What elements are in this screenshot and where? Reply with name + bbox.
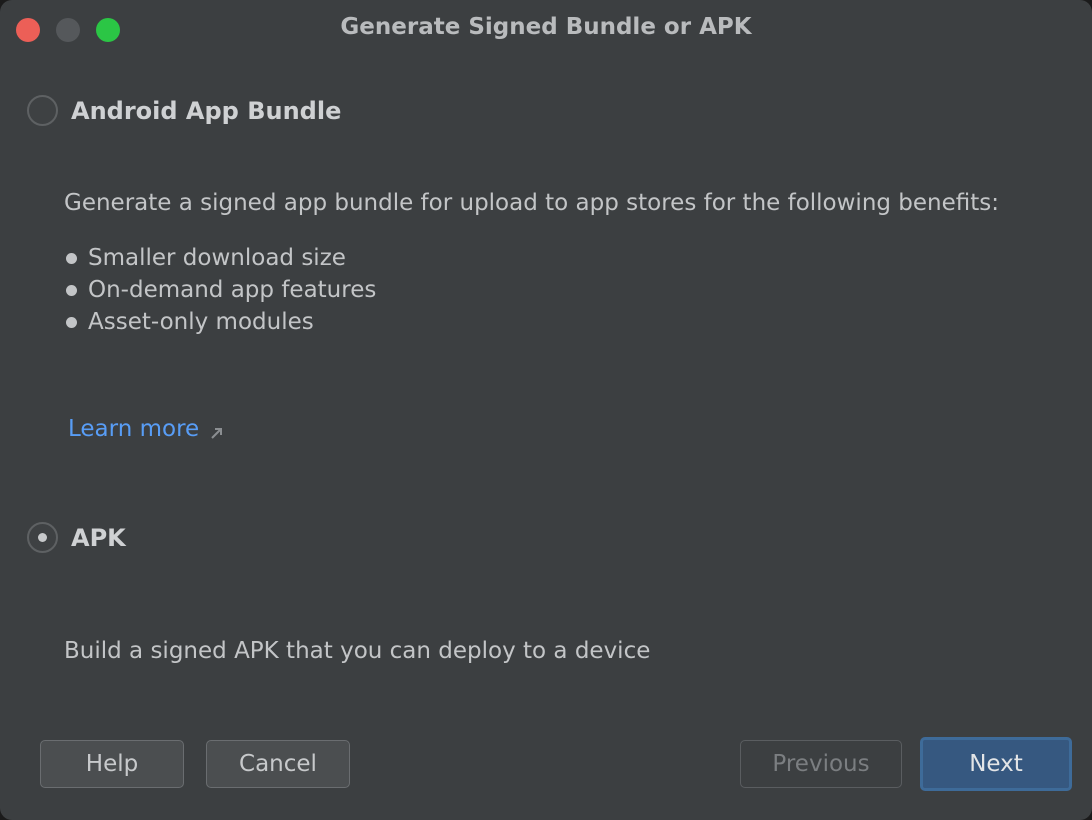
radio-label-android-app-bundle: Android App Bundle: [71, 96, 342, 125]
bullet-icon: [66, 316, 77, 328]
list-item: Asset-only modules: [66, 306, 376, 338]
bundle-benefits-list: Smaller download size On-demand app feat…: [66, 242, 376, 338]
title-bar[interactable]: Generate Signed Bundle or APK: [0, 0, 1092, 58]
radio-option-apk[interactable]: APK: [27, 522, 126, 553]
radio-option-android-app-bundle[interactable]: Android App Bundle: [27, 95, 341, 126]
dialog-title: Generate Signed Bundle or APK: [340, 14, 752, 40]
help-button[interactable]: Help: [40, 740, 184, 788]
benefit-text: Smaller download size: [88, 245, 346, 271]
list-item: Smaller download size: [66, 242, 376, 274]
learn-more-label: Learn more: [68, 416, 200, 442]
radio-button-apk[interactable]: [27, 522, 58, 553]
cancel-button[interactable]: Cancel: [206, 740, 350, 788]
radio-button-android-app-bundle[interactable]: [27, 95, 58, 126]
learn-more-link[interactable]: Learn more: [68, 416, 225, 442]
benefit-text: Asset-only modules: [88, 309, 314, 335]
benefit-text: On-demand app features: [88, 277, 377, 303]
previous-button[interactable]: Previous: [740, 740, 902, 788]
apk-description: Build a signed APK that you can deploy t…: [64, 638, 651, 664]
radio-label-apk: APK: [71, 523, 126, 552]
external-link-arrow-icon: [209, 421, 225, 439]
bundle-description: Generate a signed app bundle for upload …: [64, 190, 1000, 216]
bullet-icon: [66, 252, 77, 264]
dialog-window: Generate Signed Bundle or APK Android Ap…: [0, 0, 1092, 820]
list-item: On-demand app features: [66, 274, 376, 306]
bullet-icon: [66, 284, 77, 296]
next-button[interactable]: Next: [920, 737, 1072, 791]
